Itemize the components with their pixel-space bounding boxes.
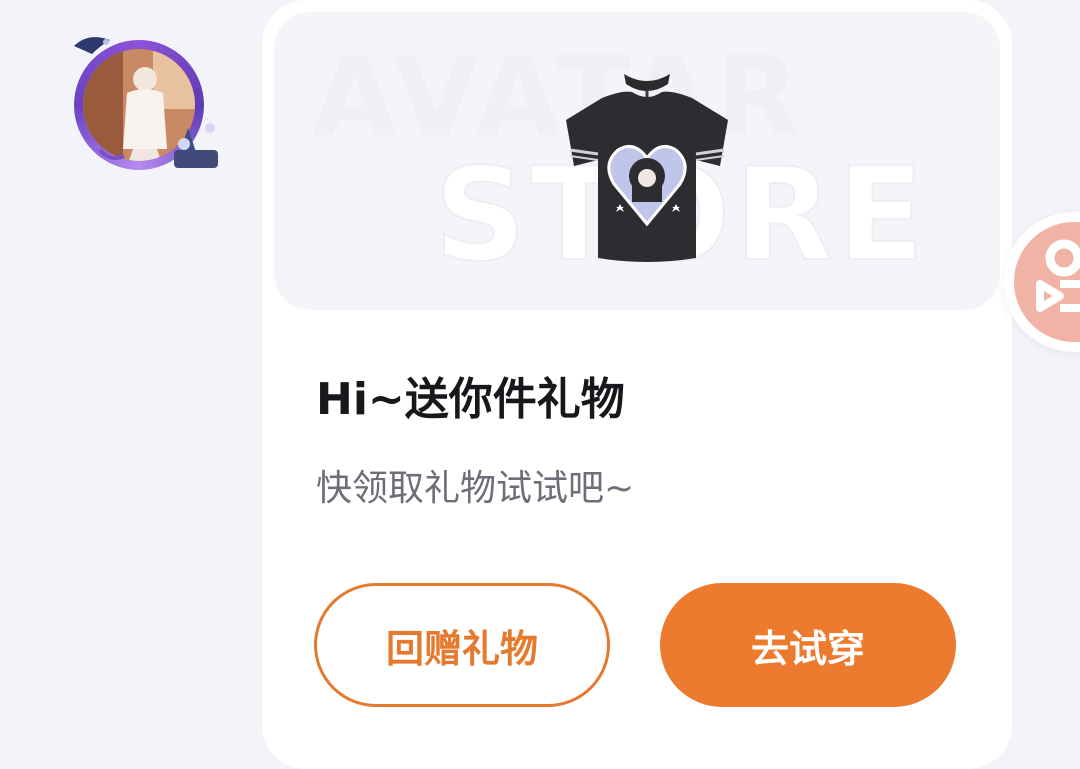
return-gift-button[interactable]: 回赠礼物	[314, 583, 610, 707]
t-shirt-icon[interactable]	[562, 68, 732, 264]
avatar-decoration-icon	[74, 37, 218, 168]
gift-subtitle: 快领取礼物试试吧~	[316, 468, 635, 509]
video-camera-icon	[1036, 239, 1080, 312]
floating-video-button[interactable]	[1004, 212, 1080, 352]
gift-title: Hi~送你件礼物	[316, 374, 625, 425]
gift-card: AVATAR STORE Hi~	[262, 0, 1012, 769]
gift-banner: AVATAR STORE	[274, 12, 1000, 310]
chat-page: AVATAR STORE Hi~	[0, 0, 1080, 769]
sender-avatar[interactable]	[70, 32, 230, 182]
try-on-button[interactable]: 去试穿	[660, 583, 956, 707]
